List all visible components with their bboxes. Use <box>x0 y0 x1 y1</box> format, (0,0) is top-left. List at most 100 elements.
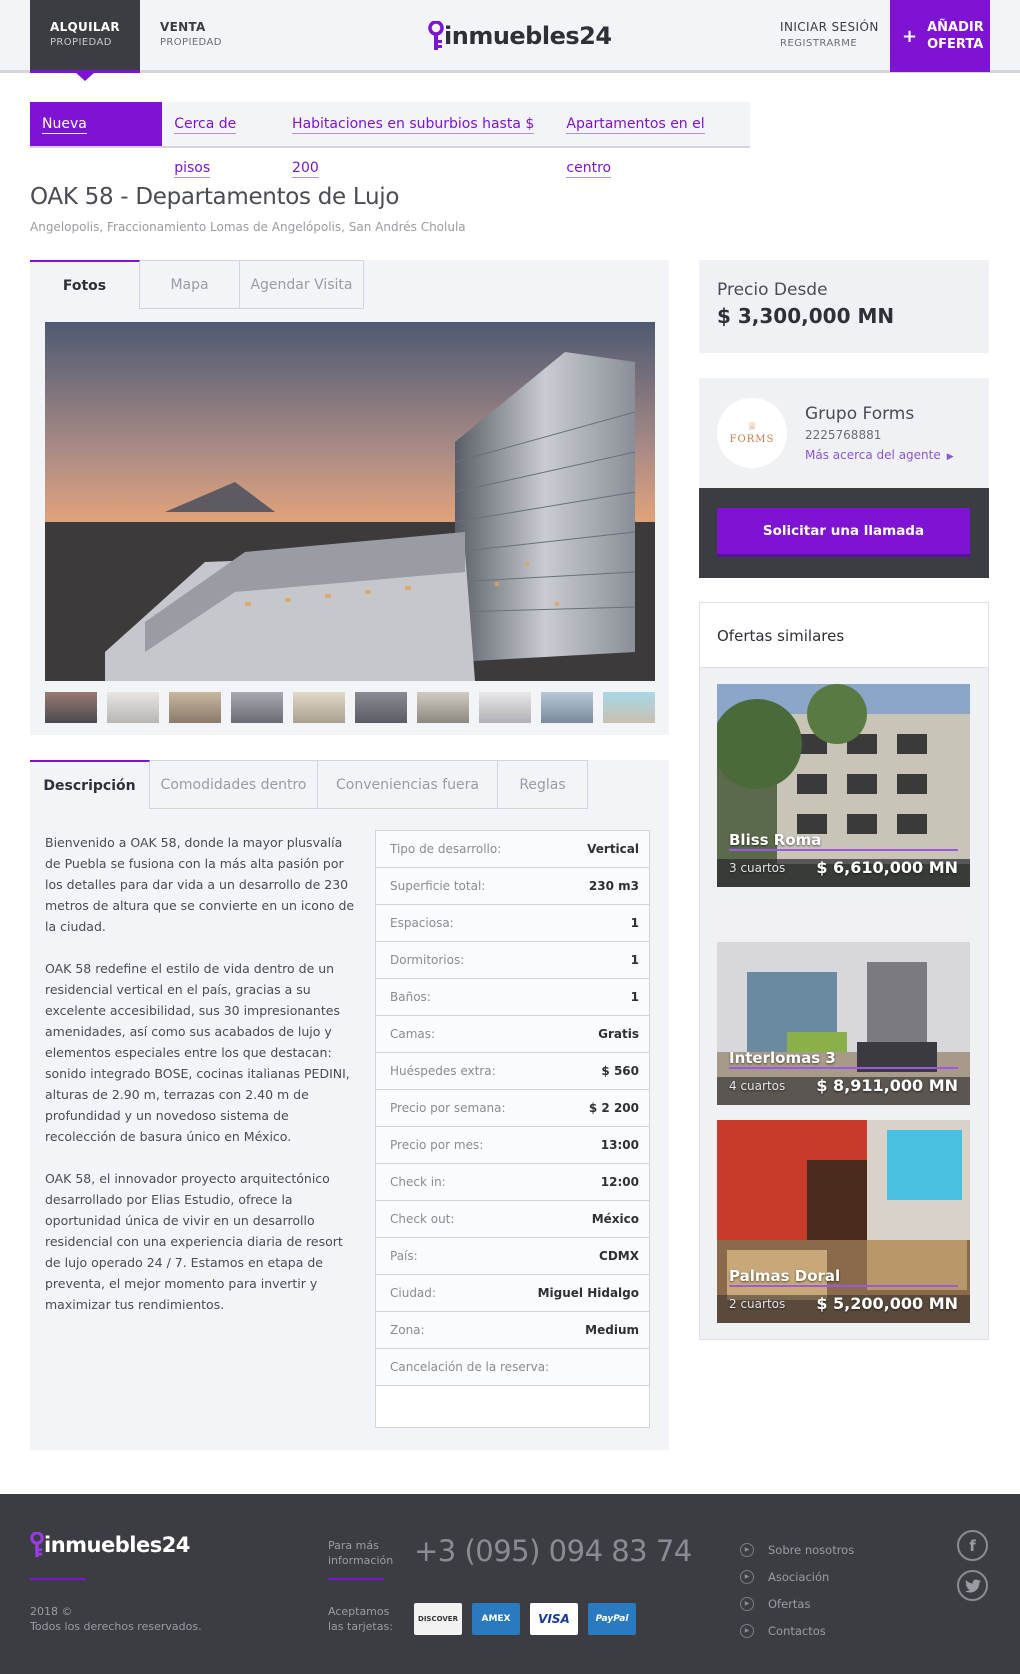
thumbnail[interactable] <box>479 692 531 723</box>
nav-rent-property[interactable]: ALQUILAR PROPIEDAD <box>30 0 140 72</box>
thumbnail[interactable] <box>45 692 97 723</box>
spec-row: Superficie total: 230 m3 <box>376 868 649 905</box>
spec-row: Dormitorios: 1 <box>376 942 649 979</box>
footer-copyright: 2018 © Todos los derechos reservados. <box>30 1605 202 1633</box>
price-value: $ 3,300,000 MN <box>717 304 895 328</box>
offer-rooms: 2 cuartos <box>729 1297 786 1311</box>
nav-active-arrow <box>75 72 95 81</box>
spec-row: Check out: México <box>376 1201 649 1238</box>
spec-row: Camas: Gratis <box>376 1016 649 1053</box>
agent-logo: ♕ FORMS <box>717 398 787 468</box>
footer-divider <box>328 1578 384 1580</box>
chevron-right-icon: ▶ <box>946 452 954 462</box>
offer-photo <box>717 1120 970 1323</box>
register-link[interactable]: REGISTRARME <box>780 38 879 49</box>
tab-suburb-rooms[interactable]: Habitaciones en suburbios hasta $ 200 <box>280 102 554 178</box>
tab-new-search[interactable]: Nueva búsqueda <box>30 102 163 178</box>
twitter-icon[interactable] <box>957 1570 988 1601</box>
nav-rent-title: ALQUILAR <box>50 20 120 34</box>
login-link[interactable]: INICIAR SESIÓN <box>780 20 879 34</box>
footer-link-association[interactable]: ▶ Asociación <box>740 1563 854 1590</box>
tab-rules[interactable]: Reglas <box>498 760 588 809</box>
media-tabs: Fotos Mapa Agendar Visita <box>30 260 364 309</box>
similar-offer-card[interactable]: Palmas Doral 2 cuartos $ 5,200,000 MN <box>717 1120 970 1323</box>
offer-title: Bliss Roma <box>729 831 822 849</box>
spec-row: País: CDMX <box>376 1238 649 1275</box>
similar-offer-card[interactable]: Interlomas 3 4 cuartos $ 8,911,000 MN <box>717 902 970 1105</box>
tab-photos[interactable]: Fotos <box>30 260 140 309</box>
main-photo[interactable] <box>45 322 655 681</box>
tab-schedule-visit[interactable]: Agendar Visita <box>240 260 364 309</box>
spec-row: Precio por mes: 13:00 <box>376 1127 649 1164</box>
price-panel: Precio Desde $ 3,300,000 MN <box>699 260 989 353</box>
tab-map[interactable]: Mapa <box>140 260 240 309</box>
agent-more-link[interactable]: Más acerca del agente ▶ <box>805 448 954 462</box>
request-call-button[interactable]: Solicitar una llamada <box>717 508 970 554</box>
offer-price: $ 5,200,000 MN <box>816 1294 958 1313</box>
amex-card-icon: AMEX <box>472 1603 520 1635</box>
thumbnail[interactable] <box>107 692 159 723</box>
spec-row: Huéspedes extra: $ 560 <box>376 1053 649 1090</box>
footer-phone[interactable]: +3 (095) 094 83 74 <box>414 1534 692 1568</box>
crown-icon: ♕ <box>747 420 757 433</box>
thumbnail[interactable] <box>417 692 469 723</box>
offer-title: Interlomas 3 <box>729 1049 836 1067</box>
site-footer <box>0 1494 1020 1674</box>
payment-cards: DISCOVER AMEX VISA PayPal <box>414 1603 636 1635</box>
tab-conveniences-outside[interactable]: Conveniencias fuera <box>318 760 498 809</box>
footer-cards-label: Aceptamos las tarjetas: <box>328 1605 393 1633</box>
similar-offer-card[interactable]: Bliss Roma 3 cuartos $ 6,610,000 MN <box>717 684 970 887</box>
offer-divider <box>729 1067 958 1069</box>
thumbnail[interactable] <box>169 692 221 723</box>
footer-link-offers[interactable]: ▶ Ofertas <box>740 1590 854 1617</box>
spec-row: Espaciosa: 1 <box>376 905 649 942</box>
agent-name: Grupo Forms <box>805 404 915 424</box>
add-offer-button[interactable]: + AÑADIR OFERTA <box>890 0 990 72</box>
thumbnail[interactable] <box>231 692 283 723</box>
offer-rooms: 4 cuartos <box>729 1079 786 1093</box>
thumbnail[interactable] <box>603 692 655 723</box>
listing-address: Angelopolis, Fraccionamiento Lomas de An… <box>30 220 466 234</box>
plus-icon: + <box>902 25 918 47</box>
quick-search-tabs: Nueva búsqueda Cerca de pisos Habitacion… <box>30 102 750 178</box>
thumbnail[interactable] <box>293 692 345 723</box>
footer-divider <box>30 1578 86 1580</box>
offer-divider <box>729 849 958 851</box>
arrow-circle-icon: ▶ <box>740 1623 754 1638</box>
footer-logo[interactable]: inmuebles24 <box>30 1532 190 1558</box>
offer-divider <box>729 1285 958 1287</box>
thumbnail[interactable] <box>355 692 407 723</box>
site-logo[interactable]: inmuebles24 <box>428 18 612 54</box>
agent-card: ♕ FORMS Grupo Forms 2225768881 Más acerc… <box>699 378 989 488</box>
tab-description[interactable]: Descripción <box>30 760 150 809</box>
spec-row: Baños: 1 <box>376 979 649 1016</box>
add-offer-label: AÑADIR OFERTA <box>927 20 984 52</box>
tab-center-apartments[interactable]: Apartamentos en el centro <box>554 102 750 178</box>
footer-logo-text: inmuebles24 <box>44 1533 190 1557</box>
spec-row: Check in: 12:00 <box>376 1164 649 1201</box>
facebook-icon[interactable]: f <box>957 1530 988 1561</box>
spec-row: Ciudad: Miguel Hidalgo <box>376 1275 649 1312</box>
property-specs-table: Tipo de desarrollo: Vertical Superficie t… <box>375 830 650 1428</box>
footer-link-contacts[interactable]: ▶ Contactos <box>740 1617 854 1644</box>
nav-rent-subtitle: PROPIEDAD <box>50 37 112 48</box>
offer-rooms: 3 cuartos <box>729 861 786 875</box>
account-links: INICIAR SESIÓN REGISTRARME <box>780 20 879 49</box>
arrow-circle-icon: ▶ <box>740 1596 754 1611</box>
footer-link-about[interactable]: ▶ Sobre nosotros <box>740 1536 854 1563</box>
offer-price: $ 8,911,000 MN <box>816 1076 958 1095</box>
footer-links: ▶ Sobre nosotros ▶ Asociación ▶ Ofertas ▶ Co… <box>740 1536 854 1644</box>
thumbnail[interactable] <box>541 692 593 723</box>
paypal-card-icon: PayPal <box>588 1603 636 1635</box>
description-tabs: Descripción Comodidades dentro Convenien… <box>30 760 588 809</box>
price-label: Precio Desde <box>717 280 828 300</box>
offer-photo <box>717 684 970 887</box>
offer-title: Palmas Doral <box>729 1267 841 1285</box>
key-pin-icon <box>428 21 444 50</box>
listing-title: OAK 58 - Departamentos de Lujo <box>30 184 400 210</box>
spec-row: Precio por semana: $ 2 200 <box>376 1090 649 1127</box>
nav-sale-title: VENTA <box>160 20 206 34</box>
tab-amenities-inside[interactable]: Comodidades dentro <box>150 760 318 809</box>
tab-near-apartments[interactable]: Cerca de pisos <box>162 102 280 178</box>
nav-sale-property[interactable]: VENTA PROPIEDAD <box>140 0 242 72</box>
